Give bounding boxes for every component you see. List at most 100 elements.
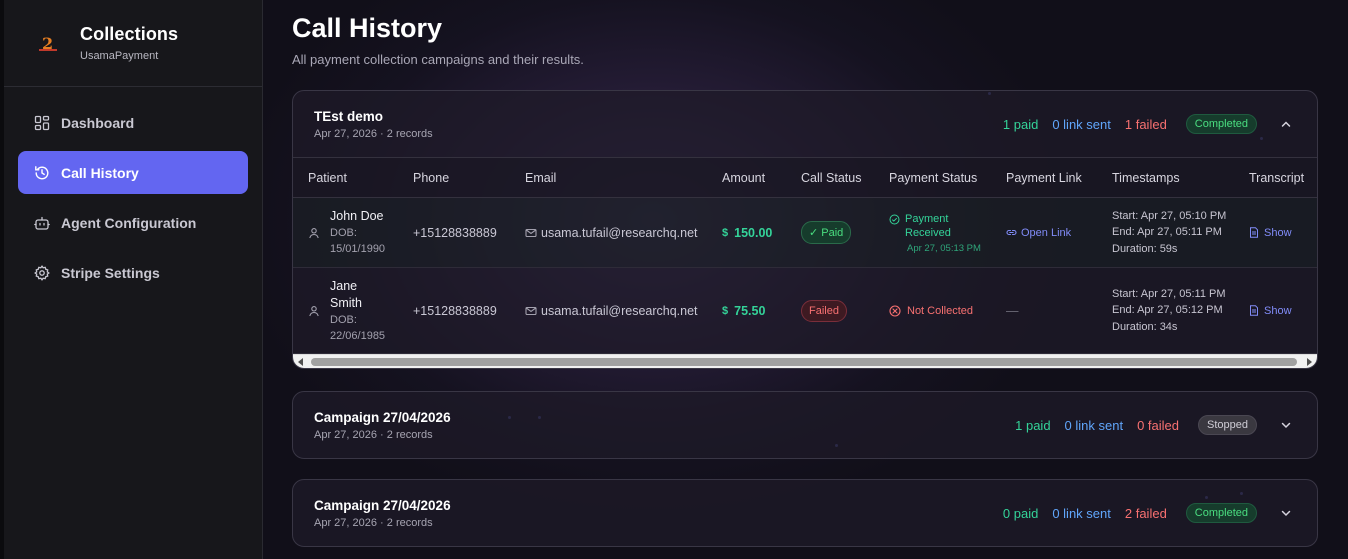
brand-subtitle: UsamaPayment	[80, 50, 159, 62]
col-patient: Patient	[308, 170, 347, 185]
col-transcript: Transcript	[1249, 170, 1305, 185]
col-payment-link: Payment Link	[1006, 170, 1082, 185]
open-link[interactable]: Open Link	[1006, 227, 1112, 239]
phone: +15128838889	[413, 225, 497, 240]
campaign-stats: 1 paid 0 link sent 1 failed Completed	[1003, 114, 1296, 134]
campaign-header[interactable]: TEst demo Apr 27, 2026 · 2 records 1 pai…	[293, 91, 1317, 157]
paid-count: 0 paid	[1002, 505, 1039, 521]
sidebar-item-label: Dashboard	[61, 114, 135, 131]
sidebar-nav: Dashboard Call History Agent Configurati…	[4, 87, 262, 294]
currency-symbol: $	[722, 226, 729, 239]
campaign-meta: Apr 27, 2026 · 2 records	[314, 516, 433, 529]
records-table: Patient Phone Email Amount Call Status P…	[293, 157, 1317, 354]
sidebar: 2 Collections UsamaPayment Dashboard Cal…	[0, 0, 263, 559]
amount-value: 150.00	[734, 225, 773, 240]
failed-count: 1 failed	[1124, 116, 1167, 132]
bot-icon	[34, 215, 50, 231]
campaign-meta: Apr 27, 2026 · 2 records	[314, 428, 433, 441]
document-icon	[1249, 227, 1259, 238]
patient-dob: DOB: 15/01/1990	[330, 227, 386, 255]
app-root: 2 Collections UsamaPayment Dashboard Cal…	[0, 0, 1348, 559]
currency-symbol: $	[722, 304, 729, 317]
campaign-stats: 0 paid 0 link sent 2 failed Completed	[1003, 503, 1296, 523]
payment-status-text: Not Collected	[907, 304, 974, 317]
chevron-down-icon[interactable]	[1279, 418, 1293, 432]
sidebar-item-call-history[interactable]: Call History	[18, 151, 248, 194]
sidebar-item-label: Call History	[61, 164, 139, 181]
end-time: End: Apr 27, 05:12 PM	[1112, 304, 1223, 317]
start-time: Start: Apr 27, 05:11 PM	[1112, 287, 1226, 300]
brand-logo-icon: 2	[36, 31, 60, 55]
brand: 2 Collections UsamaPayment	[4, 0, 262, 87]
status-badge: Completed	[1185, 114, 1257, 134]
patient-dob: DOB: 22/06/1985	[330, 313, 386, 342]
check-circle-icon	[889, 214, 900, 225]
mail-icon	[525, 305, 537, 317]
status-badge: Stopped	[1198, 415, 1257, 435]
x-circle-icon	[889, 304, 901, 317]
campaign-name: Campaign 27/04/2026	[314, 497, 451, 513]
end-time: End: Apr 27, 05:11 PM	[1112, 226, 1222, 239]
document-icon	[1249, 305, 1259, 316]
sidebar-item-agent-configuration[interactable]: Agent Configuration	[18, 201, 248, 244]
col-email: Email	[525, 170, 557, 185]
start-time: Start: Apr 27, 05:10 PM	[1112, 209, 1227, 222]
campaign-header[interactable]: Campaign 27/04/2026 Apr 27, 2026 · 2 rec…	[293, 392, 1317, 458]
sidebar-item-dashboard[interactable]: Dashboard	[18, 101, 248, 144]
email-text: usama.tufail@researchq.net	[541, 303, 698, 318]
table-row: Jane Smith DOB: 22/06/1985 +15128838889	[293, 268, 1317, 354]
brand-title: Collections	[80, 24, 179, 44]
page-subtitle: All payment collection campaigns and the…	[292, 52, 584, 67]
sidebar-item-stripe-settings[interactable]: Stripe Settings	[18, 251, 248, 294]
failed-count: 0 failed	[1137, 417, 1180, 433]
link-sent-count: 0 link sent	[1052, 505, 1111, 521]
payment-time: Apr 27, 05:13 PM	[907, 242, 981, 254]
no-link: —	[1006, 303, 1019, 318]
gear-icon	[34, 264, 50, 281]
user-icon	[308, 305, 320, 317]
scroll-left-arrow-icon[interactable]	[298, 358, 303, 366]
main-content: Call History All payment collection camp…	[263, 0, 1348, 559]
show-transcript-button[interactable]: Show	[1249, 227, 1317, 239]
horizontal-scrollbar[interactable]	[293, 354, 1317, 368]
campaign-meta: Apr 27, 2026 · 2 records	[314, 127, 433, 140]
scroll-right-arrow-icon[interactable]	[1307, 358, 1312, 366]
col-timestamps: Timestamps	[1112, 170, 1180, 185]
paid-count: 1 paid	[1002, 116, 1039, 132]
mail-icon	[525, 227, 537, 239]
email-text: usama.tufail@researchq.net	[541, 225, 698, 240]
amount-value: 75.50	[734, 303, 766, 318]
col-amount: Amount	[722, 170, 766, 185]
open-link-label: Open Link	[1021, 226, 1072, 239]
show-label: Show	[1264, 304, 1292, 317]
chevron-up-icon[interactable]	[1279, 117, 1293, 131]
sidebar-item-label: Stripe Settings	[61, 264, 160, 281]
campaign-card: TEst demo Apr 27, 2026 · 2 records 1 pai…	[292, 90, 1318, 369]
history-icon	[34, 165, 50, 181]
patient-name: Jane Smith	[330, 278, 362, 310]
payment-status-text: Payment Received	[905, 212, 951, 239]
col-payment-status: Payment Status	[889, 170, 978, 185]
show-transcript-button[interactable]: Show	[1249, 305, 1317, 317]
link-sent-count: 0 link sent	[1064, 417, 1124, 433]
campaign-card: Campaign 27/04/2026 Apr 27, 2026 · 2 rec…	[292, 391, 1318, 459]
patient-name: John Doe	[330, 209, 384, 223]
sidebar-item-label: Agent Configuration	[61, 214, 197, 231]
show-label: Show	[1264, 226, 1292, 239]
scroll-thumb[interactable]	[311, 358, 1297, 366]
table-row: John Doe DOB: 15/01/1990 +15128838889 us…	[293, 197, 1317, 268]
link-icon	[1006, 227, 1017, 238]
campaign-name: Campaign 27/04/2026	[314, 409, 451, 425]
col-phone: Phone	[413, 170, 450, 185]
grid-icon	[34, 115, 50, 131]
col-call-status: Call Status	[801, 170, 862, 185]
user-icon	[308, 227, 320, 239]
campaign-header[interactable]: Campaign 27/04/2026 Apr 27, 2026 · 2 rec…	[293, 480, 1317, 546]
call-status-badge: Failed	[801, 299, 847, 322]
campaign-name: TEst demo	[314, 108, 384, 124]
chevron-down-icon[interactable]	[1279, 506, 1293, 520]
call-status-badge: ✓ Paid	[801, 221, 852, 244]
table-header-row: Patient Phone Email Amount Call Status P…	[293, 157, 1317, 198]
failed-count: 2 failed	[1124, 505, 1167, 521]
campaign-stats: 1 paid 0 link sent 0 failed Stopped	[1015, 415, 1296, 435]
